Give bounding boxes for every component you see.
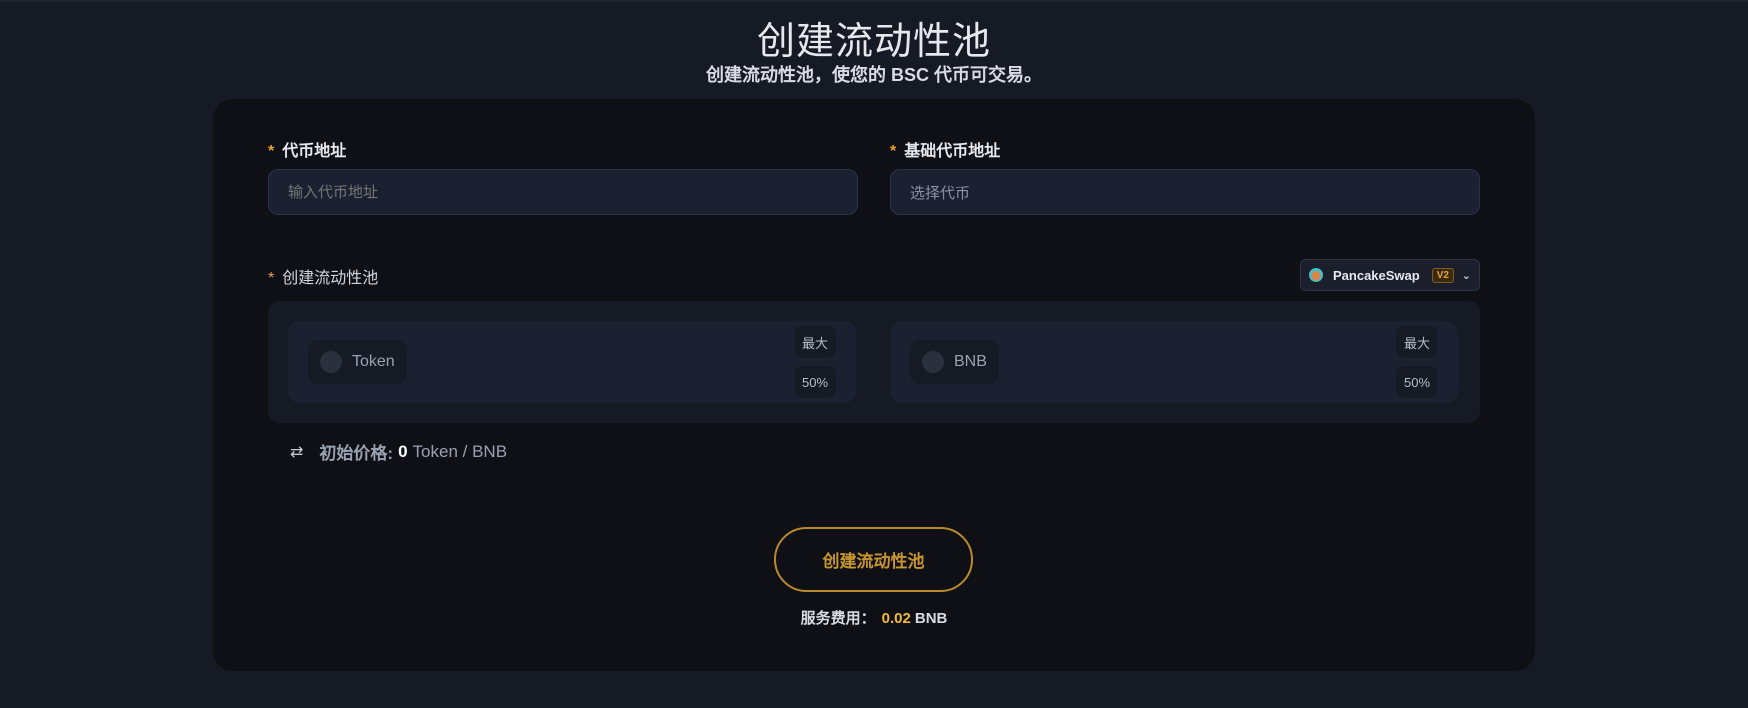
initial-price-row: ⇄ 初始价格: 0 Token / BNB [290, 439, 507, 464]
dex-select[interactable]: PancakeSwap V2 ⌄ [1300, 259, 1480, 291]
bnb-amount-panel: BNB 最大 50% [890, 321, 1458, 403]
dex-version-badge: V2 [1431, 267, 1454, 283]
service-fee: 服务费用： 0.02 BNB [0, 607, 1748, 628]
create-pool-button[interactable]: 创建流动性池 [774, 527, 973, 592]
top-border [0, 0, 1748, 2]
dex-name: PancakeSwap [1333, 267, 1420, 283]
chevron-down-icon: ⌄ [1461, 269, 1471, 282]
max-button[interactable]: 最大 [1396, 326, 1438, 358]
pool-label: * 创建流动性池 [268, 264, 378, 288]
bnb-selector[interactable]: BNB [910, 340, 999, 384]
token-symbol: Token [352, 353, 395, 370]
page-subtitle: 创建流动性池，使您的 BSC 代币可交易。 [705, 65, 1042, 85]
token-address-input[interactable] [268, 169, 858, 215]
token-amount-panel: Token 最大 50% [288, 321, 856, 403]
base-token-address-label: * 基础代币地址 [890, 137, 1000, 161]
pool-amounts-box: Token 最大 50% BNB 最大 50% [268, 301, 1480, 423]
required-mark: * [268, 143, 275, 160]
base-token-select[interactable]: 选择代币 [890, 169, 1480, 215]
page-title: 创建流动性池 [756, 19, 991, 63]
swap-arrows-icon[interactable]: ⇄ [290, 442, 303, 462]
required-mark: * [890, 143, 897, 160]
token-placeholder-icon [320, 351, 342, 373]
initial-price-label: 初始价格: [319, 444, 394, 463]
token-address-label-text: 代币地址 [282, 143, 347, 160]
max-button[interactable]: 最大 [794, 326, 836, 358]
bnb-symbol: BNB [954, 353, 987, 370]
initial-price-value: 0 [398, 441, 408, 461]
required-mark: * [268, 270, 275, 287]
pool-label-text: 创建流动性池 [282, 270, 379, 287]
fee-amount: 0.02 [881, 610, 911, 627]
half-button[interactable]: 50% [794, 366, 836, 398]
base-token-select-placeholder: 选择代币 [910, 184, 971, 202]
initial-price-unit: Token / BNB [412, 441, 508, 461]
pancakeswap-logo-icon [1309, 268, 1323, 282]
half-button[interactable]: 50% [1396, 366, 1438, 398]
fee-label: 服务费用： [800, 610, 876, 627]
fee-unit: BNB [914, 610, 948, 627]
base-token-address-label-text: 基础代币地址 [904, 143, 1001, 160]
token-address-label: * 代币地址 [268, 137, 346, 161]
token-selector[interactable]: Token [308, 340, 407, 384]
bnb-placeholder-icon [922, 351, 944, 373]
